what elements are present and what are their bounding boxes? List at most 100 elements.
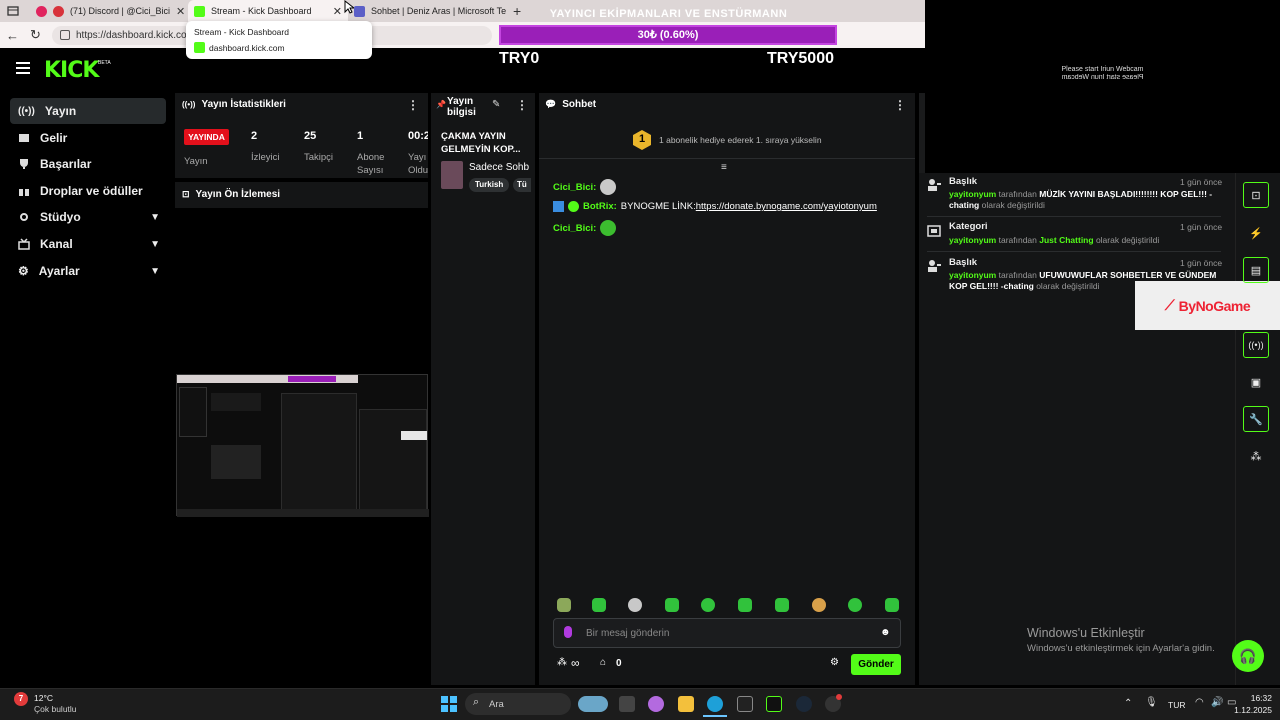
layout-icon[interactable]: ▣ <box>1243 369 1269 395</box>
browser-tab-kick[interactable]: Stream - Kick Dashboard ✕ <box>188 0 348 22</box>
chat-username[interactable]: BotRix: <box>583 201 617 212</box>
sidebar-item-ayarlar[interactable]: ⚙ Ayarlar ▼ <box>10 258 166 284</box>
chat-username[interactable]: Cici_Bici: <box>553 223 596 234</box>
chat-message-input[interactable]: Bir mesaj gönderin <box>553 618 901 648</box>
edge-icon[interactable] <box>707 696 723 712</box>
taskbar-search[interactable] <box>465 693 571 715</box>
activity-title: Başlık <box>949 176 977 187</box>
sidebar-item-gelir[interactable]: Gelir <box>10 125 166 151</box>
file-explorer-icon[interactable] <box>678 696 694 712</box>
reload-button[interactable]: ↻ <box>30 27 41 43</box>
task-view-icon[interactable] <box>619 696 635 712</box>
tab-actions-icon[interactable] <box>6 4 20 18</box>
emote-icon[interactable] <box>848 598 862 612</box>
activity-time: 1 gün önce <box>1180 177 1223 187</box>
close-tab-icon[interactable]: ✕ <box>176 5 185 18</box>
category-icon <box>927 223 941 237</box>
clock-time[interactable]: 16:32 <box>1236 693 1272 703</box>
emote-icon[interactable] <box>592 598 606 612</box>
windows-taskbar <box>0 688 1280 720</box>
kick-favicon-icon <box>194 5 205 17</box>
chat-link[interactable]: https://donate.bynogame.com/yayiotonyum <box>696 201 877 212</box>
channel-points-icon[interactable]: ⁂ <box>557 657 567 668</box>
broadcast-icon[interactable]: ((•)) <box>1243 332 1269 358</box>
language-indicator[interactable]: TUR <box>1168 700 1185 710</box>
notes-icon[interactable]: ▤ <box>1243 257 1269 283</box>
epic-games-icon[interactable] <box>737 696 753 712</box>
panel-edge <box>919 93 925 173</box>
copilot-icon[interactable] <box>648 696 664 712</box>
filter-icon[interactable]: ≡ <box>721 162 727 173</box>
goal-progress-text: 30₺ (0.60%) <box>637 29 699 41</box>
steam-icon[interactable] <box>796 696 812 712</box>
sidebar-item-label: Gelir <box>40 131 68 145</box>
lightning-icon[interactable]: ⚡ <box>1243 220 1269 246</box>
microphone-icon[interactable] <box>564 626 572 638</box>
wrench-icon[interactable]: 🔧 <box>1243 406 1269 432</box>
drops-icon[interactable]: ⌂ <box>600 657 606 668</box>
support-chat-button[interactable]: 🎧 <box>1232 640 1264 672</box>
chat-username[interactable]: Cici_Bici: <box>553 182 596 193</box>
preview-toggle-icon[interactable]: ⊡ <box>1243 182 1269 208</box>
edit-icon[interactable]: ✎ <box>492 99 500 110</box>
send-button[interactable]: Gönder <box>851 654 901 675</box>
sidebar-item-kanal[interactable]: Kanal ▼ <box>10 231 166 257</box>
tag-secondary[interactable]: Tü <box>513 178 531 192</box>
revenue-icon <box>18 132 30 144</box>
tab-label: (71) Discord | @Cici_Bici <box>70 6 170 16</box>
stream-preview-video[interactable] <box>176 374 429 517</box>
clock-date[interactable]: 1.12.2025 <box>1226 705 1272 715</box>
tag-turkish[interactable]: Turkish <box>469 178 510 192</box>
emote-icon[interactable] <box>812 598 826 612</box>
sidebar-item-yayin[interactable]: ((•)) Yayın <box>10 98 166 124</box>
sidebar-item-studyo[interactable]: Stüdyo ▼ <box>10 204 166 230</box>
live-label: Yayın <box>184 156 208 167</box>
chat-bubble-icon: 💬 <box>545 99 557 109</box>
microphone-tray-icon[interactable]: 🎙 <box>1145 697 1158 708</box>
weather-temp[interactable]: 12°C <box>34 693 53 703</box>
chevron-down-icon: ▼ <box>150 265 160 277</box>
subs-count: 1 <box>357 130 364 142</box>
widget-thumbnail[interactable] <box>578 696 608 712</box>
discord-favicon-icon <box>53 5 64 17</box>
stats-menu-icon[interactable]: ⋮ <box>407 98 419 112</box>
stream-info-menu-icon[interactable]: ⋮ <box>516 98 528 112</box>
wifi-icon[interactable]: ◠ <box>1195 697 1204 708</box>
category-name: Sadece Sohb <box>469 162 530 173</box>
emote-icon[interactable] <box>701 598 715 612</box>
profile-icon <box>927 178 941 192</box>
close-tab-icon[interactable]: ✕ <box>333 5 342 18</box>
emote-icon[interactable] <box>885 598 899 612</box>
start-button[interactable] <box>441 696 457 712</box>
sidebar-item-basarilar[interactable]: Başarılar <box>10 151 166 177</box>
site-info-icon[interactable] <box>60 30 70 40</box>
chevron-down-icon: ▼ <box>150 211 160 223</box>
sidebar-item-droplar[interactable]: Droplar ve ödüller <box>10 178 166 204</box>
kick-logo[interactable]: KICK <box>44 58 99 83</box>
chat-menu-icon[interactable]: ⋮ <box>894 98 906 112</box>
emote-icon[interactable] <box>628 598 642 612</box>
emote-icon[interactable] <box>557 598 571 612</box>
emote-icon[interactable] <box>775 598 789 612</box>
weather-badge[interactable]: 7 <box>14 692 28 706</box>
browser-tab-discord[interactable]: (71) Discord | @Cici_Bici ✕ <box>30 0 190 22</box>
emote-icon[interactable] <box>665 598 679 612</box>
points-icon[interactable]: ⁂ <box>1243 443 1269 469</box>
tray-chevron-icon[interactable]: ⌃ <box>1124 698 1132 709</box>
stats-header: ((•)) Yayın İstatistikleri <box>182 99 286 110</box>
settings-icon: ⚙ <box>18 264 29 278</box>
emoji-picker-icon[interactable]: ☻ <box>880 627 891 638</box>
volume-icon[interactable]: 🔊 <box>1211 697 1223 708</box>
emote-icon[interactable] <box>738 598 752 612</box>
menu-icon[interactable] <box>16 62 30 74</box>
back-button[interactable]: ← <box>6 28 19 43</box>
divider <box>927 251 1221 252</box>
chat-settings-icon[interactable]: ⚙ <box>830 657 839 668</box>
followers-label: Takipçi <box>304 152 334 163</box>
teams-favicon-icon <box>354 5 365 17</box>
stream-title: ÇAKMA YAYIN GELMEYİN KOP... <box>441 131 521 155</box>
kick-app-icon[interactable] <box>766 696 782 712</box>
webcam-message: Please start Iriun Webcam Please start I… <box>1061 66 1144 81</box>
weather-desc[interactable]: Çok bulutlu <box>34 704 77 714</box>
tooltip-title: Stream - Kick Dashboard <box>194 27 289 37</box>
